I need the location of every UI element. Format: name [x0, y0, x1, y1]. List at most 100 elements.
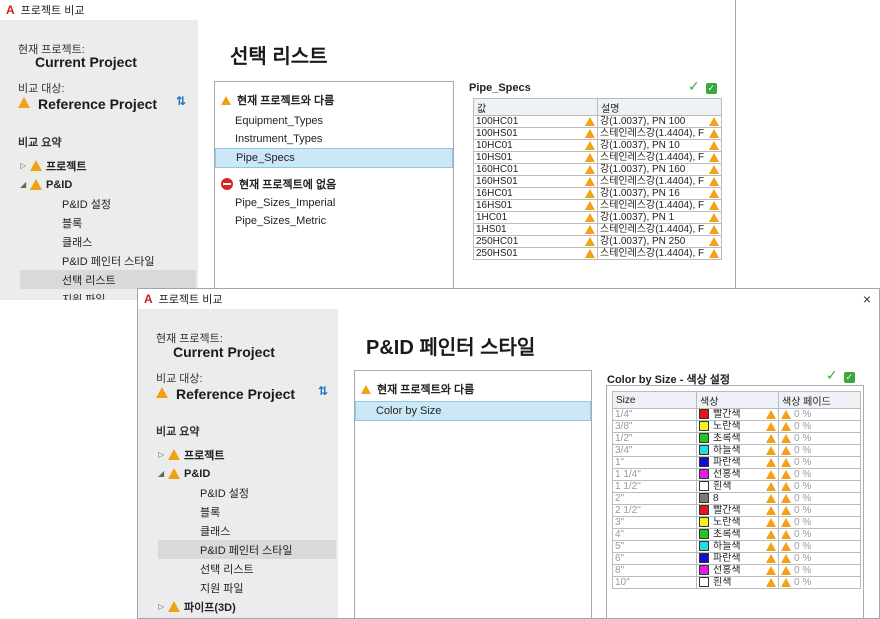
- table-row[interactable]: 1HS01 스테인레스강(1.4404), F: [473, 223, 722, 236]
- size-cell[interactable]: 6": [612, 552, 697, 565]
- description-cell[interactable]: 스테인레스강(1.4404), F: [597, 175, 722, 188]
- color-cell[interactable]: 파란색: [696, 552, 779, 565]
- table-row[interactable]: 1/2" 초록색 0 %: [612, 432, 861, 445]
- col-header-color[interactable]: 색상: [696, 391, 779, 409]
- size-cell[interactable]: 1 1/2": [612, 480, 697, 493]
- fade-cell[interactable]: 0 %: [778, 504, 861, 517]
- col-header-size[interactable]: Size: [612, 391, 697, 409]
- fade-cell[interactable]: 0 %: [778, 552, 861, 565]
- value-cell[interactable]: 250HC01: [473, 235, 598, 248]
- color-cell[interactable]: 8: [696, 492, 779, 505]
- list-item[interactable]: Equipment_Types: [215, 112, 453, 130]
- table-row[interactable]: 1" 파란색 0 %: [612, 456, 861, 469]
- size-cell[interactable]: 10": [612, 576, 697, 589]
- col-header-value[interactable]: 값: [473, 98, 598, 116]
- expand-arrow-icon[interactable]: ▷: [158, 602, 168, 611]
- table-row[interactable]: 10HS01 스테인레스강(1.4404), F: [473, 151, 722, 164]
- description-cell[interactable]: 강(1.0037), PN 16: [597, 187, 722, 200]
- table-row[interactable]: 3/8" 노란색 0 %: [612, 420, 861, 433]
- table-row[interactable]: 160HC01 강(1.0037), PN 160: [473, 163, 722, 176]
- fade-cell[interactable]: 0 %: [778, 420, 861, 433]
- table-row[interactable]: 1HC01 강(1.0037), PN 1: [473, 211, 722, 224]
- description-cell[interactable]: 스테인레스강(1.4404), F: [597, 223, 722, 236]
- color-cell[interactable]: 하늘색: [696, 540, 779, 553]
- color-cell[interactable]: 흰색: [696, 576, 779, 589]
- accept-all-icon[interactable]: ✓: [843, 372, 855, 383]
- table-row[interactable]: 100HC01 강(1.0037), PN 100: [473, 115, 722, 128]
- color-cell[interactable]: 하늘색: [696, 444, 779, 457]
- close-icon[interactable]: ×: [863, 291, 871, 307]
- table-row[interactable]: 2 1/2" 빨간색 0 %: [612, 504, 861, 517]
- accept-check-icon[interactable]: ✓: [688, 78, 700, 94]
- table-row[interactable]: 8" 선홍색 0 %: [612, 564, 861, 577]
- color-cell[interactable]: 흰색: [696, 480, 779, 493]
- back-swap-icon[interactable]: ⇅: [176, 94, 186, 108]
- tree-item[interactable]: 블록: [158, 502, 336, 521]
- size-cell[interactable]: 4": [612, 528, 697, 541]
- front-swap-icon[interactable]: ⇅: [318, 384, 328, 398]
- color-cell[interactable]: 선홍색: [696, 564, 779, 577]
- size-cell[interactable]: 1/2": [612, 432, 697, 445]
- fade-cell[interactable]: 0 %: [778, 564, 861, 577]
- value-cell[interactable]: 160HS01: [473, 175, 598, 188]
- tree-item[interactable]: ◢ P&ID: [158, 464, 336, 483]
- description-cell[interactable]: 스테인레스강(1.4404), F: [597, 247, 722, 260]
- expand-arrow-icon[interactable]: ▷: [158, 450, 168, 459]
- description-cell[interactable]: 스테인레스강(1.4404), F: [597, 151, 722, 164]
- table-row[interactable]: 6" 파란색 0 %: [612, 552, 861, 565]
- expanded-arrow-icon[interactable]: ◢: [20, 180, 30, 189]
- size-cell[interactable]: 2": [612, 492, 697, 505]
- table-row[interactable]: 10" 흰색 0 %: [612, 576, 861, 589]
- description-cell[interactable]: 강(1.0037), PN 10: [597, 139, 722, 152]
- value-cell[interactable]: 250HS01: [473, 247, 598, 260]
- description-cell[interactable]: 강(1.0037), PN 100: [597, 115, 722, 128]
- table-row[interactable]: 1/4" 빨간색 0 %: [612, 408, 861, 421]
- table-row[interactable]: 2" 8 0 %: [612, 492, 861, 505]
- value-cell[interactable]: 1HS01: [473, 223, 598, 236]
- description-cell[interactable]: 스테인레스강(1.4404), F: [597, 199, 722, 212]
- table-row[interactable]: 1 1/4" 선홍색 0 %: [612, 468, 861, 481]
- list-item[interactable]: Pipe_Sizes_Imperial: [215, 194, 453, 212]
- tree-item[interactable]: P&ID 설정: [20, 194, 196, 213]
- table-row[interactable]: 3" 노란색 0 %: [612, 516, 861, 529]
- tree-item[interactable]: 선택 리스트: [20, 270, 196, 289]
- fade-cell[interactable]: 0 %: [778, 456, 861, 469]
- value-cell[interactable]: 1HC01: [473, 211, 598, 224]
- table-row[interactable]: 250HC01 강(1.0037), PN 250: [473, 235, 722, 248]
- description-cell[interactable]: 강(1.0037), PN 1: [597, 211, 722, 224]
- fade-cell[interactable]: 0 %: [778, 528, 861, 541]
- size-cell[interactable]: 5": [612, 540, 697, 553]
- value-cell[interactable]: 100HS01: [473, 127, 598, 140]
- tree-item[interactable]: 클래스: [20, 232, 196, 251]
- table-row[interactable]: 4" 초록색 0 %: [612, 528, 861, 541]
- tree-item[interactable]: 클래스: [158, 521, 336, 540]
- value-cell[interactable]: 160HC01: [473, 163, 598, 176]
- color-cell[interactable]: 선홍색: [696, 468, 779, 481]
- size-cell[interactable]: 8": [612, 564, 697, 577]
- table-row[interactable]: 250HS01 스테인레스강(1.4404), F: [473, 247, 722, 260]
- table-row[interactable]: 3/4" 하늘색 0 %: [612, 444, 861, 457]
- size-cell[interactable]: 1": [612, 456, 697, 469]
- tree-item[interactable]: 블록: [20, 213, 196, 232]
- tree-item[interactable]: ▷ 프로젝트: [158, 445, 336, 464]
- col-header-fade[interactable]: 색상 페이드: [778, 391, 861, 409]
- color-cell[interactable]: 초록색: [696, 432, 779, 445]
- tree-item[interactable]: ▷ 프로젝트: [20, 156, 196, 175]
- value-cell[interactable]: 16HC01: [473, 187, 598, 200]
- color-cell[interactable]: 파란색: [696, 456, 779, 469]
- size-cell[interactable]: 3/8": [612, 420, 697, 433]
- size-cell[interactable]: 2 1/2": [612, 504, 697, 517]
- value-cell[interactable]: 16HS01: [473, 199, 598, 212]
- color-cell[interactable]: 빨간색: [696, 504, 779, 517]
- list-item[interactable]: Pipe_Sizes_Metric: [215, 212, 453, 230]
- tree-item[interactable]: P&ID 페인터 스타일: [158, 540, 336, 559]
- fade-cell[interactable]: 0 %: [778, 540, 861, 553]
- fade-cell[interactable]: 0 %: [778, 444, 861, 457]
- col-header-description[interactable]: 설명: [597, 98, 722, 116]
- size-cell[interactable]: 1/4": [612, 408, 697, 421]
- fade-cell[interactable]: 0 %: [778, 492, 861, 505]
- fade-cell[interactable]: 0 %: [778, 516, 861, 529]
- list-item[interactable]: Color by Size: [355, 401, 591, 421]
- size-cell[interactable]: 3": [612, 516, 697, 529]
- tree-item[interactable]: P&ID 페인터 스타일: [20, 251, 196, 270]
